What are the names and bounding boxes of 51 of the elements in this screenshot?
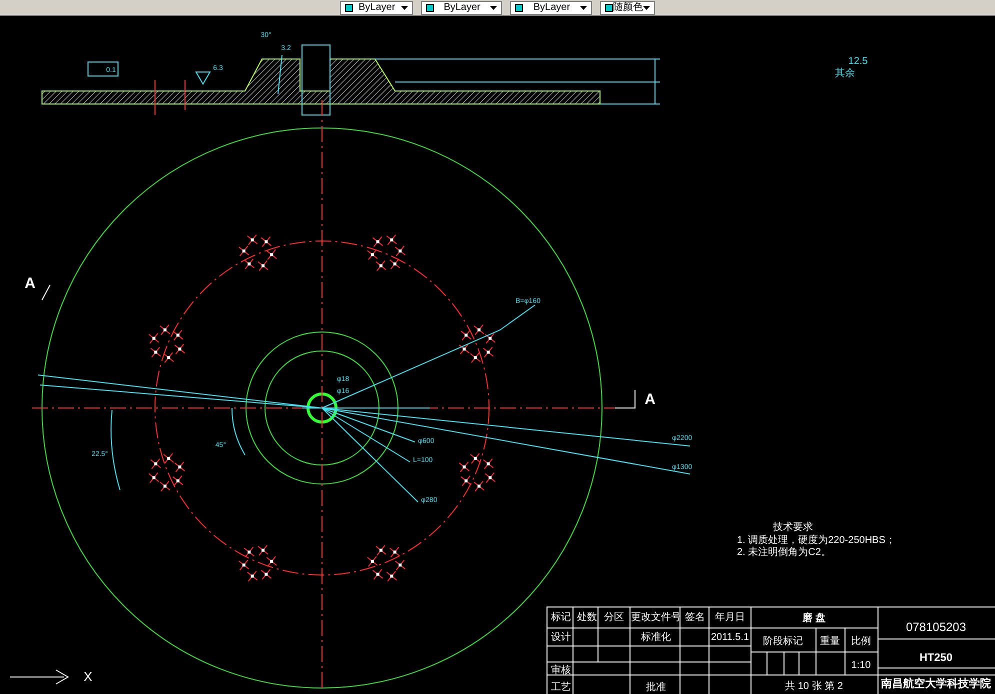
layer-dropdown[interactable]: 随颜色 [600, 0, 656, 14]
title-block-text: 审核 [551, 665, 571, 676]
section-label: A [644, 391, 656, 408]
title-block-text: 078105203 [906, 620, 966, 634]
title-block-text: 1:10 [851, 660, 871, 671]
caret-icon [490, 6, 498, 10]
layer-dropdown[interactable]: ByLayer [510, 0, 592, 14]
layer-dropdown[interactable]: ByLayer [420, 0, 502, 14]
title-block-text: 设计 [551, 632, 571, 643]
title-block-text: 更改文件号 [631, 612, 681, 623]
bolt-hole-group [148, 324, 186, 364]
ucs-axis-icon [10, 670, 69, 684]
title-block-text: 比例 [851, 636, 871, 647]
dimension-label: 12.5 [848, 56, 868, 67]
title-block-text: 标准化 [641, 632, 671, 643]
color-swatch-icon [515, 4, 524, 12]
layer-dropdown[interactable]: ByLayer [340, 0, 413, 14]
title-block-text: 处数 [577, 612, 597, 623]
title-block-text: 阶段标记 [763, 636, 803, 647]
bolt-hole-group [366, 544, 406, 582]
bore-circle [306, 392, 338, 424]
bolt-hole-group [238, 234, 278, 272]
bolt-hole-group [366, 234, 406, 272]
title-block-text: 2011.5.1 [711, 632, 750, 643]
title-block-text: 分区 [604, 612, 624, 623]
color-swatch-icon [426, 4, 434, 12]
bolt-hole-group [458, 452, 496, 492]
title-block-text: 磨 盘 [802, 613, 826, 624]
section-label: A [24, 275, 36, 292]
bolt-hole-group [148, 452, 186, 492]
title-block-text: 标记 [551, 612, 571, 623]
color-swatch-icon [345, 4, 353, 12]
axis-label: X [84, 669, 92, 684]
title-block-text: HT250 [919, 652, 953, 664]
title-block-text: 年月日 [715, 612, 745, 623]
title-block-text: 重量 [820, 636, 840, 647]
requirement-text: 2. 未注明倒角为C2。 [737, 547, 831, 558]
caret-icon [400, 6, 408, 10]
title-block-text: 批准 [646, 682, 666, 693]
color-swatch-icon [605, 4, 614, 12]
bolt-hole-group [238, 544, 278, 582]
requirement-text: 1. 调质处理，硬度为220-250HBS； [737, 535, 896, 546]
title-block-text: 共 10 张 第 2 [785, 681, 843, 692]
bolt-hole-group [458, 324, 496, 364]
dimension-label: 其余 [835, 68, 855, 79]
title-block-text: 工艺 [551, 682, 571, 693]
caret-icon [643, 6, 650, 10]
caret-icon [580, 6, 588, 10]
title-block-text: 南昌航空大学科技学院 [881, 678, 991, 690]
title-block-text: 签名 [685, 612, 705, 623]
requirements-title: 技术要求 [773, 522, 813, 533]
